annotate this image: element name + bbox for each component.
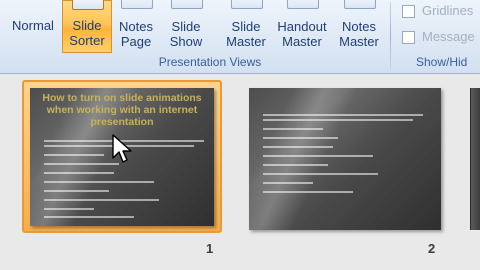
handout-master-icon <box>287 0 319 9</box>
slide-2-text-line <box>263 128 323 130</box>
notes-master-label-1: Notes <box>342 19 376 34</box>
notes-page-icon <box>121 0 153 9</box>
slide-2-text-line <box>263 182 313 184</box>
notes-master-label-2: Master <box>339 34 379 49</box>
mouse-pointer-icon <box>112 134 132 163</box>
slide-show-icon <box>171 0 203 9</box>
slide-1-text-line <box>44 216 134 218</box>
notes-master-icon <box>344 0 376 9</box>
slide-1-text-line <box>44 154 104 156</box>
slide-sorter-icon <box>72 0 104 10</box>
slide-2-text-line <box>263 137 338 139</box>
slide-2-text-line <box>263 173 378 175</box>
notes-master-button[interactable]: Notes Master <box>334 0 384 53</box>
handout-master-label-1: Handout <box>277 19 327 34</box>
slide-1-text-line <box>44 172 114 174</box>
notes-page-label-2: Page <box>120 34 152 49</box>
slide-2-number: 2 <box>428 241 436 256</box>
handout-master-label-2: Master <box>282 34 322 49</box>
slide-show-button[interactable]: Slide Show <box>162 0 210 53</box>
group-separator <box>390 2 391 70</box>
message-bar-label: Message <box>422 29 475 44</box>
slide-1-title: How to turn on slide animations when wor… <box>42 92 202 128</box>
slide-1-number: 1 <box>206 241 214 256</box>
handout-master-button[interactable]: Handout Master <box>272 0 332 53</box>
slide-thumbnail-2[interactable] <box>245 80 445 233</box>
slide-thumbnail-3-partial[interactable] <box>470 88 480 230</box>
slide-2-preview <box>249 88 441 230</box>
slide-2-text-line <box>263 155 373 157</box>
slide-1-text-line <box>44 163 119 165</box>
presentation-views-group-label: Presentation Views <box>158 55 262 69</box>
slide-sorter-pane[interactable]: How to turn on slide animations when wor… <box>0 74 480 270</box>
slide-2-text-line <box>263 191 353 193</box>
slide-1-text-line <box>44 181 154 183</box>
normal-view-label: Normal <box>12 18 54 33</box>
gridlines-label: Gridlines <box>422 3 474 18</box>
slide-1-text-line <box>44 199 159 201</box>
slide-1-text-line <box>44 208 94 210</box>
slide-2-text-line <box>263 146 333 148</box>
slide-2-text-line <box>263 164 328 166</box>
show-hide-group-label: Show/Hid <box>416 55 468 69</box>
gridlines-checkbox[interactable] <box>402 5 415 18</box>
ribbon-view-tab: Normal Slide Sorter Notes Page Slide Sho… <box>0 0 480 74</box>
slide-sorter-label-2: Sorter <box>69 33 105 48</box>
slide-2-text-line <box>263 114 423 116</box>
slide-master-label-1: Slide <box>231 19 261 34</box>
slide-master-icon <box>231 0 263 9</box>
slide-2-text-line <box>263 119 413 121</box>
message-bar-checkbox[interactable] <box>402 31 415 44</box>
slide-show-label-2: Show <box>169 34 203 49</box>
notes-page-button[interactable]: Notes Page <box>114 0 158 53</box>
slide-master-label-2: Master <box>226 34 266 49</box>
notes-page-label-1: Notes <box>119 19 153 34</box>
normal-view-button[interactable]: Normal <box>4 0 62 53</box>
slide-1-text-line <box>44 190 109 192</box>
slide-sorter-button[interactable]: Slide Sorter <box>62 0 112 53</box>
slide-show-label-1: Slide <box>171 19 201 34</box>
slide-sorter-label-1: Slide <box>72 18 102 33</box>
slide-master-button[interactable]: Slide Master <box>220 0 272 53</box>
